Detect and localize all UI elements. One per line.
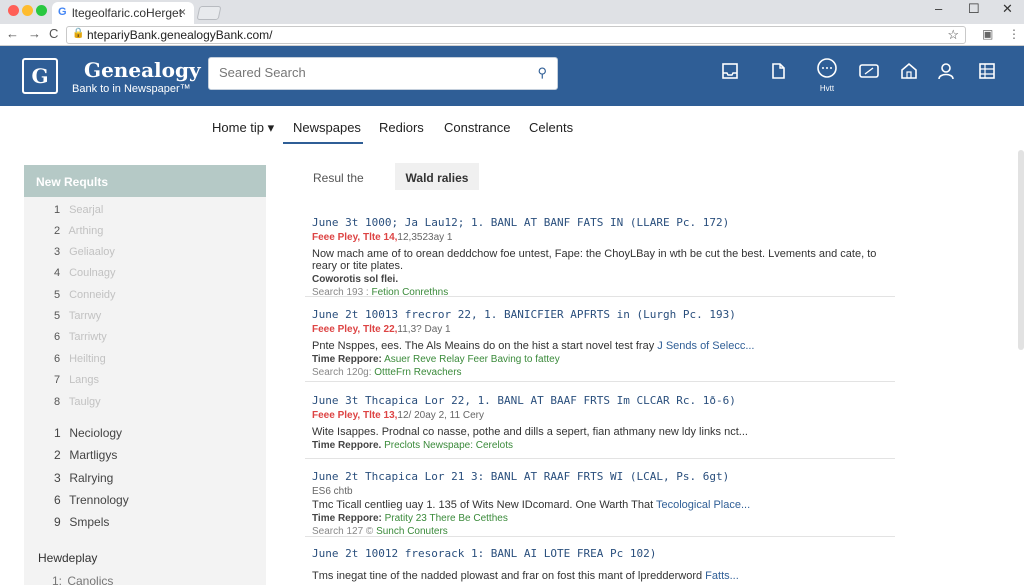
result-source: Search 120g: OttteFrn Revachers xyxy=(312,367,462,378)
url-text: htepariyBank.genealogyBank.com/ xyxy=(87,28,273,42)
nav-newspapers[interactable]: Newspapes xyxy=(293,120,361,135)
tab-world-rallies[interactable]: Wald ralies xyxy=(395,163,479,190)
menu-icon[interactable]: ⋮ xyxy=(1008,27,1020,41)
chat-label: Hvtt xyxy=(819,84,835,93)
sidebar-faded-item[interactable]: 1 Searjal xyxy=(54,204,103,216)
nav-celents[interactable]: Celents xyxy=(529,120,573,135)
result-item: June 3t 1000; Ja Lau12; 1. BANL AT BANF … xyxy=(312,216,894,298)
home-icon[interactable] xyxy=(900,62,918,85)
result-date: Feee Pley, Tlte 14,12,3523ay 1 xyxy=(312,232,453,243)
url-field[interactable]: 🔒 htepariyBank.genealogyBank.com/ ☆ xyxy=(66,26,966,44)
page-scrollbar[interactable] xyxy=(1018,150,1024,350)
search-box: ⚲ xyxy=(208,57,558,90)
result-description: Now mach ame of to orean deddchow foe un… xyxy=(312,248,877,272)
result-title[interactable]: June 2t 10012 fresorack 1: BANL AI LOTE … xyxy=(312,547,894,560)
result-divider xyxy=(305,536,895,537)
result-item: June 3t Thcapica Lor 22, 1. BANL AT BAAF… xyxy=(312,394,894,451)
sidebar-item[interactable]: 2 Martligys xyxy=(54,448,117,462)
result-description: Pnte Nsppes, ees. The Als Meains do on t… xyxy=(312,340,755,352)
sidebar-faded-item[interactable]: 5 Conneidy xyxy=(54,289,116,301)
result-item: June 2t 10012 fresorack 1: BANL AI LOTE … xyxy=(312,547,894,582)
result-title[interactable]: June 3t 1000; Ja Lau12; 1. BANL AT BANF … xyxy=(312,216,894,229)
sidebar: New Reqults 1 Searjal 2 Arthing 3 Geliaa… xyxy=(24,165,266,588)
sidebar-faded-item[interactable]: 3 Geliaaloy xyxy=(54,246,115,258)
brand-name[interactable]: Genealogy xyxy=(84,58,201,82)
result-tag: Time Reppore. Preclots Newspape: Cerelot… xyxy=(312,440,514,451)
window-maximize-button[interactable]: ☐ xyxy=(968,1,980,17)
result-title[interactable]: June 2t Thcapica Lor 21 3: BANL AT RAAF … xyxy=(312,470,894,483)
result-divider xyxy=(305,296,895,297)
close-window-dot[interactable] xyxy=(8,5,19,16)
nav-home[interactable]: Home tip ▾ xyxy=(212,120,274,136)
extension-icon[interactable]: ▣ xyxy=(982,27,993,41)
window-close-button[interactable]: ✕ xyxy=(1002,1,1013,17)
bookmark-star-icon[interactable]: ☆ xyxy=(947,27,959,43)
sidebar-item[interactable]: 9 Smpels xyxy=(54,515,109,529)
forward-button[interactable]: → xyxy=(28,26,41,41)
result-date: Feee Pley, Tlte 13,12/ 20ay 2, 11 Cery xyxy=(312,410,484,421)
address-bar-row: ← → C 🔒 htepariyBank.genealogyBank.com/ … xyxy=(0,24,1024,46)
window-minimize-button[interactable]: – xyxy=(935,1,942,16)
sidebar-item[interactable]: 6 Trennology xyxy=(54,493,129,507)
main-nav: Home tip ▾ Newspapes Rediors Constrance … xyxy=(0,106,1024,146)
user-icon[interactable] xyxy=(937,62,955,85)
sidebar-faded-item[interactable]: 5 Tarrwy xyxy=(54,310,101,322)
brand-tagline: Bank to in Newspaper™ xyxy=(72,83,191,95)
result-item: June 2t Thcapica Lor 21 3: BANL AT RAAF … xyxy=(312,470,894,537)
browser-tab-bar: G ltegeolfaric.coHerget × – ☐ ✕ xyxy=(0,0,1024,24)
result-title[interactable]: June 3t Thcapica Lor 22, 1. BANL AT BAAF… xyxy=(312,394,894,407)
sidebar-section-heading: Hewdeplay xyxy=(38,551,98,565)
minimize-window-dot[interactable] xyxy=(22,5,33,16)
sidebar-faded-item[interactable]: 2 Arthing xyxy=(54,225,103,237)
card-icon[interactable] xyxy=(859,62,879,85)
tab-results[interactable]: Resul the xyxy=(313,171,364,185)
inbox-icon[interactable] xyxy=(721,62,739,85)
result-description: Tmc Ticall centlieg uay 1. 135 of Wits N… xyxy=(312,499,751,511)
search-icon[interactable]: ⚲ xyxy=(537,65,547,81)
maximize-window-dot[interactable] xyxy=(36,5,47,16)
sidebar-item[interactable]: 1: Canolics xyxy=(52,574,113,588)
browser-tab[interactable]: G ltegeolfaric.coHerget × xyxy=(52,2,194,24)
active-nav-indicator xyxy=(283,142,363,144)
search-input[interactable] xyxy=(219,65,519,80)
result-title[interactable]: June 2t 10013 frecror 22, 1. BANICFIER A… xyxy=(312,308,894,321)
sidebar-faded-item[interactable]: 6 Heilting xyxy=(54,353,106,365)
browser-tab-title: ltegeolfaric.coHerget xyxy=(72,6,183,20)
new-tab-button[interactable] xyxy=(196,6,222,20)
result-date: Feee Pley, Tlte 22,11,3? Day 1 xyxy=(312,324,451,335)
logo-icon[interactable]: G xyxy=(22,58,58,94)
sidebar-faded-item[interactable]: 7 Langs xyxy=(54,374,99,386)
result-tag: Time Reppore: Asuer Reve Relay Feer Bavi… xyxy=(312,354,560,365)
nav-constrance[interactable]: Constrance xyxy=(444,120,510,135)
reload-button[interactable]: C xyxy=(49,26,58,41)
result-description: Tms inegat tine of the nadded plowast an… xyxy=(312,570,739,582)
result-tag: Time Reppore: Pratity 23 There Be Cetthe… xyxy=(312,513,508,524)
back-button[interactable]: ← xyxy=(6,26,19,41)
site-header: G Genealogy Bank to in Newspaper™ ⚲ Hvtt xyxy=(0,46,1024,106)
result-item: June 2t 10013 frecror 22, 1. BANICFIER A… xyxy=(312,308,894,378)
sidebar-item[interactable]: 1 Neciology xyxy=(54,426,122,440)
result-divider xyxy=(305,458,895,459)
result-date: ES6 chtb xyxy=(312,486,353,497)
grid-icon[interactable] xyxy=(978,62,996,85)
sidebar-faded-item[interactable]: 8 Taulgy xyxy=(54,396,101,408)
google-favicon-icon: G xyxy=(58,6,67,18)
sidebar-faded-item[interactable]: 6 Tarriwty xyxy=(54,331,107,343)
result-tag: Coworotis sol flei. xyxy=(312,274,399,285)
result-description: Wite Isappes. Prodnal co nasse, pothe an… xyxy=(312,426,748,438)
chat-icon[interactable] xyxy=(816,58,838,85)
lock-icon: 🔒 xyxy=(72,28,85,39)
sidebar-heading: New Reqults xyxy=(24,165,266,197)
tab-close-icon[interactable]: × xyxy=(179,5,186,19)
sidebar-faded-item[interactable]: 4 Coulnagy xyxy=(54,267,116,279)
document-icon[interactable] xyxy=(769,62,787,85)
result-divider xyxy=(305,381,895,382)
nav-records[interactable]: Rediors xyxy=(379,120,424,135)
sidebar-item[interactable]: 3 Ralrying xyxy=(54,471,113,485)
